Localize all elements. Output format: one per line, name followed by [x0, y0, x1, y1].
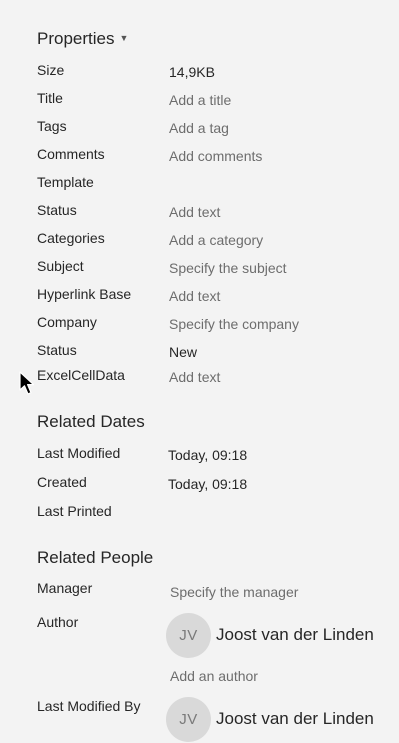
property-label: Comments — [37, 146, 105, 162]
property-row-comments: Comments Add comments — [0, 146, 399, 166]
properties-title: Properties — [37, 29, 115, 48]
tags-field[interactable]: Add a tag — [169, 120, 229, 136]
property-value-size: 14,9KB — [169, 64, 215, 80]
author-person[interactable]: JV Joost van der Linden — [166, 613, 396, 659]
date-label: Last Printed — [37, 503, 112, 519]
date-row-created: Created Today, 09:18 — [0, 474, 399, 494]
last-modified-value: Today, 09:18 — [168, 447, 248, 463]
status-value[interactable]: New — [169, 344, 197, 360]
property-label: Tags — [37, 118, 67, 134]
manager-label: Manager — [37, 580, 93, 596]
property-label: Status — [37, 202, 77, 218]
subject-field[interactable]: Specify the subject — [169, 260, 287, 276]
property-row-title: Title Add a title — [0, 90, 399, 110]
property-row-size: Size 14,9KB — [0, 62, 399, 82]
chevron-down-icon[interactable]: ▼ — [119, 33, 128, 43]
property-row-excelcelldata: ExcelCellData Add text — [0, 367, 399, 387]
property-row-company: Company Specify the company — [0, 314, 399, 334]
property-label: Categories — [37, 230, 105, 246]
comments-field[interactable]: Add comments — [169, 148, 262, 164]
last-modified-by-name: Joost van der Linden — [216, 709, 374, 728]
author-name: Joost van der Linden — [216, 625, 374, 644]
property-label: Subject — [37, 258, 84, 274]
author-label: Author — [37, 614, 79, 630]
property-row-hyperlink-base: Hyperlink Base Add text — [0, 286, 399, 306]
company-field[interactable]: Specify the company — [169, 316, 299, 332]
mouse-pointer-icon — [19, 371, 35, 395]
property-row-template: Template — [0, 174, 399, 194]
properties-header[interactable]: Properties ▼ — [37, 29, 128, 49]
date-row-last-modified: Last Modified Today, 09:18 — [0, 445, 399, 465]
property-label: Hyperlink Base — [37, 286, 132, 302]
property-row-subject: Subject Specify the subject — [0, 258, 399, 278]
property-row-status-2: Status New — [0, 342, 399, 362]
property-label: Company — [37, 314, 97, 330]
property-row-categories: Categories Add a category — [0, 230, 399, 250]
add-author-field[interactable]: Add an author — [170, 668, 258, 684]
avatar: JV — [166, 613, 211, 658]
created-value: Today, 09:18 — [168, 476, 248, 492]
excelcelldata-field[interactable]: Add text — [169, 369, 220, 385]
properties-panel: Properties ▼ Size 14,9KB Title Add a titl… — [0, 0, 399, 743]
property-label: Status — [37, 342, 77, 358]
title-field[interactable]: Add a title — [169, 92, 231, 108]
date-row-last-printed: Last Printed — [0, 503, 399, 523]
property-label: ExcelCellData — [37, 367, 125, 383]
property-row-tags: Tags Add a tag — [0, 118, 399, 138]
related-people-title: Related People — [37, 548, 154, 567]
property-label: Size — [37, 62, 65, 78]
hyperlink-base-field[interactable]: Add text — [169, 288, 220, 304]
property-label: Title — [37, 90, 63, 106]
property-row-status: Status Add text — [0, 202, 399, 222]
status-field[interactable]: Add text — [169, 204, 220, 220]
last-modified-by-person[interactable]: JV Joost van der Linden — [166, 697, 396, 743]
last-modified-by-label: Last Modified By — [37, 698, 141, 714]
add-author-row: Add an author — [0, 666, 399, 686]
categories-field[interactable]: Add a category — [169, 232, 263, 248]
property-label: Template — [37, 174, 94, 190]
avatar: JV — [166, 697, 211, 742]
manager-field[interactable]: Specify the manager — [170, 584, 298, 600]
date-label: Last Modified — [37, 445, 121, 461]
people-row-manager: Manager Specify the manager — [0, 580, 399, 600]
date-label: Created — [37, 474, 87, 490]
related-dates-title: Related Dates — [37, 412, 145, 431]
